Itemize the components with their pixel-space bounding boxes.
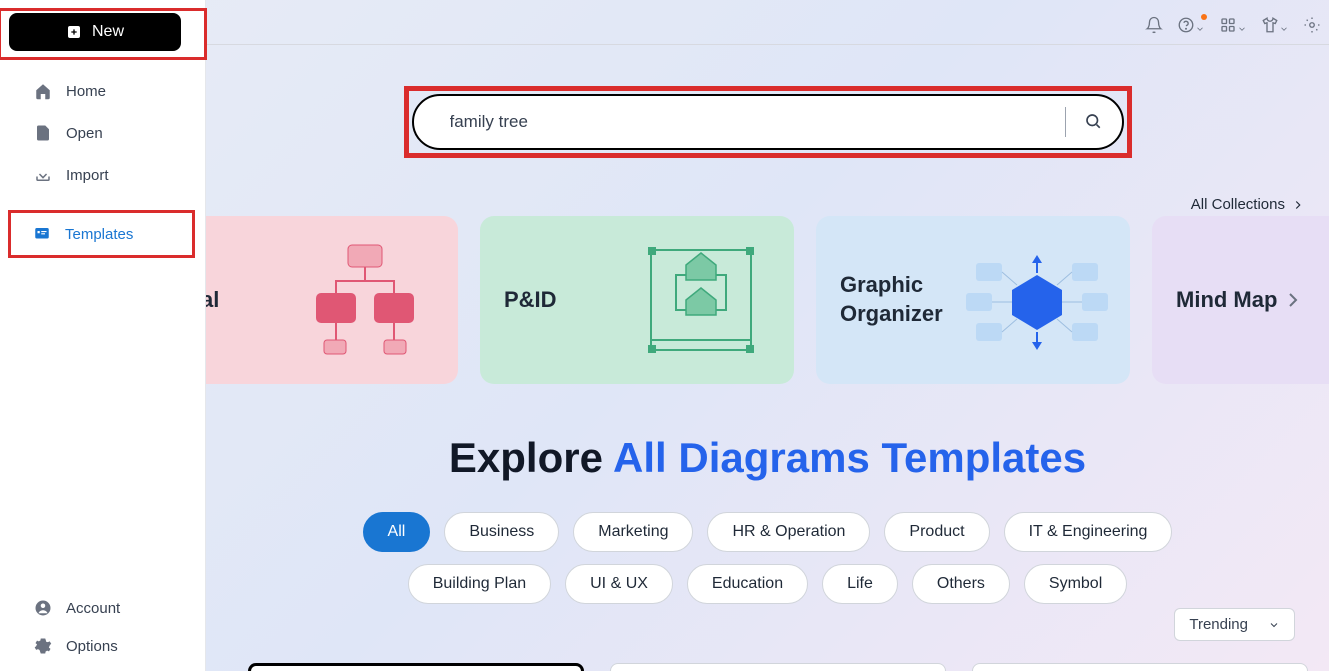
category-card-graphic-organizer[interactable]: Graphic Organizer [816,216,1130,384]
chevron-right-icon [1281,288,1305,312]
chip-symbol[interactable]: Symbol [1024,564,1127,604]
search-icon [1084,112,1102,130]
chevron-down-icon [1268,619,1280,631]
page-title: Explore All Diagrams Templates [206,434,1329,482]
chevron-right-icon [1291,198,1305,212]
search-box [412,94,1124,150]
nav-list: Home Open Import Templates [0,70,205,258]
chip-all[interactable]: All [363,512,431,552]
template-card[interactable] [610,663,946,671]
new-button[interactable]: New [9,13,181,51]
category-chips: All Business Marketing HR & Operation Pr… [206,512,1329,604]
sidebar-item-label: Templates [65,226,133,243]
template-card[interactable] [972,663,1308,671]
sidebar-bottom: Account Options [0,589,205,665]
sidebar-item-home[interactable]: Home [0,70,205,112]
sidebar-item-open[interactable]: Open [0,112,205,154]
headline-accent: All Diagrams Templates [613,434,1086,481]
all-collections-link[interactable]: All Collections [1191,196,1305,213]
templates-highlight: Templates [8,210,195,258]
template-thumbnails [248,663,1308,671]
sidebar-item-label: Import [66,167,109,184]
sidebar-item-options[interactable]: Options [0,627,205,665]
template-categories-carousel: ional P&ID Graphic Organizer Mind Map [206,216,1329,384]
card-label: Graphic Organizer [840,271,962,328]
plus-square-icon [66,24,82,40]
sort-label: Trending [1189,616,1248,633]
chip-education[interactable]: Education [687,564,808,604]
chip-business[interactable]: Business [444,512,559,552]
org-chart-icon [290,225,440,375]
templates-icon [33,225,51,243]
file-icon [34,124,52,142]
search-input[interactable] [450,112,1065,132]
sidebar-item-label: Options [66,638,118,655]
search-button[interactable] [1084,112,1102,133]
template-card[interactable] [248,663,584,671]
new-button-highlight: New [0,8,207,60]
sidebar-item-import[interactable]: Import [0,154,205,196]
card-label: P&ID [504,286,626,315]
carousel-next[interactable] [1281,288,1305,312]
chip-ui-ux[interactable]: UI & UX [565,564,673,604]
category-card-organizational[interactable]: ional [206,216,458,384]
graphic-organizer-icon [962,225,1112,375]
sidebar-item-templates[interactable]: Templates [11,213,192,255]
chip-hr-operation[interactable]: HR & Operation [707,512,870,552]
chip-building-plan[interactable]: Building Plan [408,564,551,604]
gear-icon [34,637,52,655]
sidebar-item-label: Account [66,600,120,617]
new-button-label: New [92,23,124,41]
sidebar-item-label: Open [66,125,103,142]
chip-it-engineering[interactable]: IT & Engineering [1004,512,1173,552]
pid-icon [626,225,776,375]
account-icon [34,599,52,617]
chip-others[interactable]: Others [912,564,1010,604]
category-card-pid[interactable]: P&ID [480,216,794,384]
carousel-track: ional P&ID Graphic Organizer Mind Map [206,216,1329,384]
chip-product[interactable]: Product [884,512,989,552]
headline-prefix: Explore [449,434,613,481]
search-highlight [404,86,1132,158]
card-label: Mind Map [1176,286,1298,315]
search-divider [1065,107,1066,137]
sidebar: New Home Open Import Templates Account [0,0,206,671]
card-label: ional [206,286,290,315]
sidebar-item-account[interactable]: Account [0,589,205,627]
sidebar-item-label: Home [66,83,106,100]
import-icon [34,166,52,184]
chip-life[interactable]: Life [822,564,898,604]
home-icon [34,82,52,100]
chip-marketing[interactable]: Marketing [573,512,693,552]
sort-dropdown[interactable]: Trending [1174,608,1295,641]
all-collections-label: All Collections [1191,196,1285,213]
main-area: All Collections ional P&ID Graphic Organ… [206,0,1329,671]
